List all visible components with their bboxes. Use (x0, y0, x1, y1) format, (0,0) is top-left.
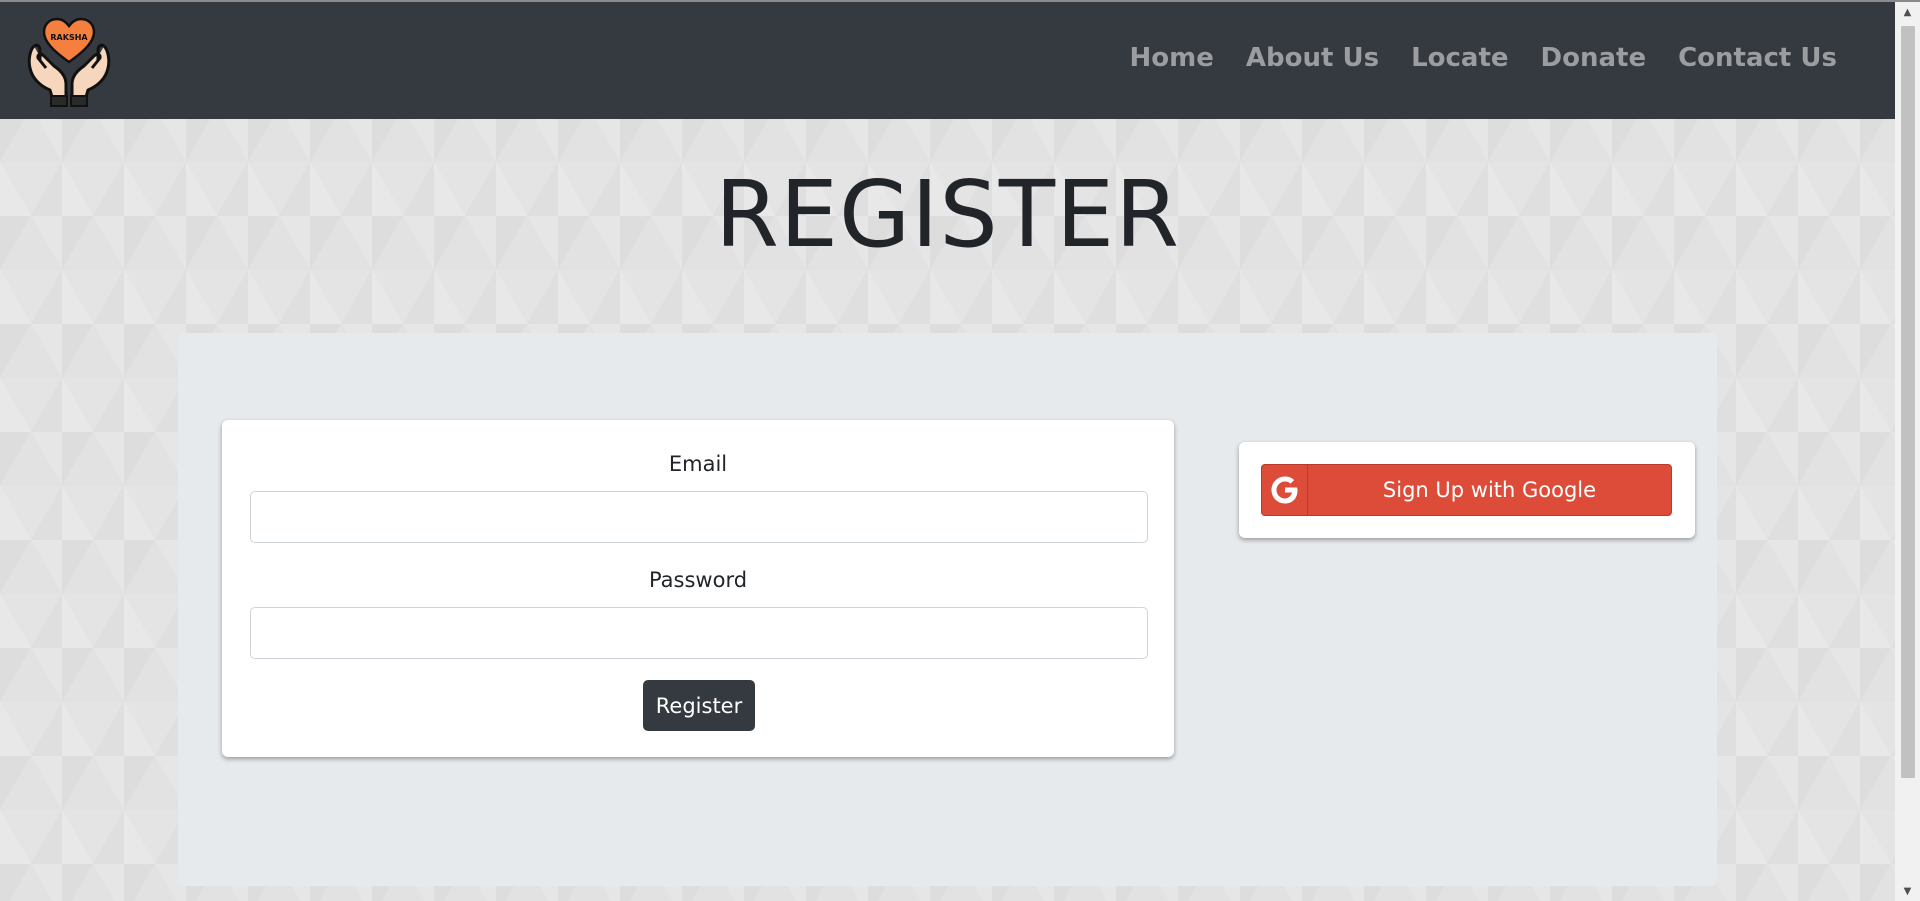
logo-text: RAKSHA (50, 33, 88, 42)
navbar: RAKSHA Home About Us Locate Donate Conta… (0, 2, 1895, 119)
password-input[interactable] (250, 607, 1148, 659)
register-button[interactable]: Register (643, 680, 755, 731)
email-label: Email (668, 452, 728, 476)
google-signup-label: Sign Up with Google (1382, 478, 1597, 502)
page-scrollbar[interactable]: ▲ ▼ (1895, 2, 1920, 901)
register-form-card: Email Password Register (222, 420, 1174, 757)
scrollbar-thumb[interactable] (1901, 26, 1915, 778)
google-signup-button[interactable]: Sign Up with Google (1261, 464, 1672, 516)
nav-link-donate[interactable]: Donate (1525, 38, 1663, 78)
hands-heart-logo-icon: RAKSHA (27, 17, 111, 107)
main-nav: Home About Us Locate Donate Contact Us (1114, 38, 1853, 78)
nav-link-locate[interactable]: Locate (1395, 38, 1524, 78)
google-signup-card: Sign Up with Google (1239, 442, 1695, 538)
scroll-down-arrow-icon[interactable]: ▼ (1895, 881, 1920, 901)
nav-link-contact-us[interactable]: Contact Us (1662, 38, 1853, 78)
scroll-up-arrow-icon[interactable]: ▲ (1895, 2, 1920, 22)
nav-link-about-us[interactable]: About Us (1230, 38, 1395, 78)
page-title: REGISTER (714, 161, 1181, 268)
nav-link-home[interactable]: Home (1114, 38, 1230, 78)
google-g-icon (1262, 465, 1308, 515)
brand-logo[interactable]: RAKSHA (22, 16, 116, 108)
email-input[interactable] (250, 491, 1148, 543)
password-label: Password (648, 568, 748, 592)
